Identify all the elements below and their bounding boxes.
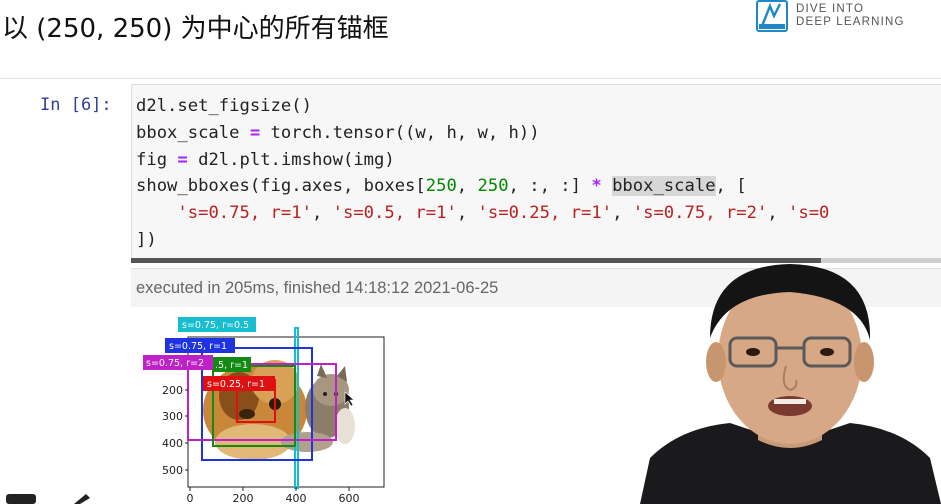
x-tick-600: 600 (339, 492, 360, 504)
code-cell-input[interactable]: d2l.set_figsize() bbox_scale = torch.ten… (131, 84, 941, 260)
logo-line-1: DIVE INTO (796, 3, 865, 15)
logo-line-2: DEEP LEARNING (796, 16, 905, 28)
cell-prompt: In [6]: (40, 95, 112, 115)
output-plot: s=0.75, r=0.5 s=0.75, r=1 s=0.75, r=2 .5… (143, 317, 385, 504)
header-divider (0, 78, 941, 79)
bottom-toolbar[interactable] (0, 490, 110, 504)
y-tick-400: 400 (162, 437, 183, 450)
code-line-2: bbox_scale = torch.tensor((w, h, w, h)) (136, 122, 540, 143)
code-line-5: 's=0.75, r=1', 's=0.5, r=1', 's=0.25, r=… (177, 203, 830, 224)
x-tick-0: 0 (187, 492, 194, 504)
pen-tool-icon[interactable] (6, 494, 36, 504)
label-05-1: .5, r=1 (215, 360, 248, 371)
x-tick-200: 200 (233, 492, 254, 504)
y-tick-200: 200 (162, 384, 183, 397)
execution-info-text: executed in 205ms, finished 14:18:12 202… (136, 279, 499, 297)
y-tick-500: 500 (162, 464, 183, 477)
code-editor[interactable]: d2l.set_figsize() bbox_scale = torch.ten… (136, 93, 829, 254)
code-line-1: d2l.set_figsize() (136, 96, 312, 116)
marker-tool-icon[interactable] (74, 494, 90, 504)
code-line-6: ]) (136, 229, 157, 250)
label-075-05: s=0.75, r=0.5 (182, 320, 249, 331)
code-line-3: fig = d2l.plt.imshow(img) (136, 149, 395, 170)
presenter-video (640, 264, 941, 504)
dive-into-deep-learning-logo: DIVE INTO DEEP LEARNING (756, 0, 906, 40)
slide-title: 以 (250, 250) 为中心的所有锚框 (2, 14, 389, 44)
label-025-1: s=0.25, r=1 (207, 379, 265, 390)
label-075-1: s=0.75, r=1 (169, 341, 227, 352)
x-tick-400: 400 (286, 492, 307, 504)
d2l-logo-icon (756, 0, 788, 32)
y-tick-300: 300 (162, 410, 183, 423)
label-075-2: s=0.75, r=2 (146, 358, 204, 369)
code-line-4: show_bboxes(fig.axes, boxes[250, 250, :,… (136, 176, 747, 197)
